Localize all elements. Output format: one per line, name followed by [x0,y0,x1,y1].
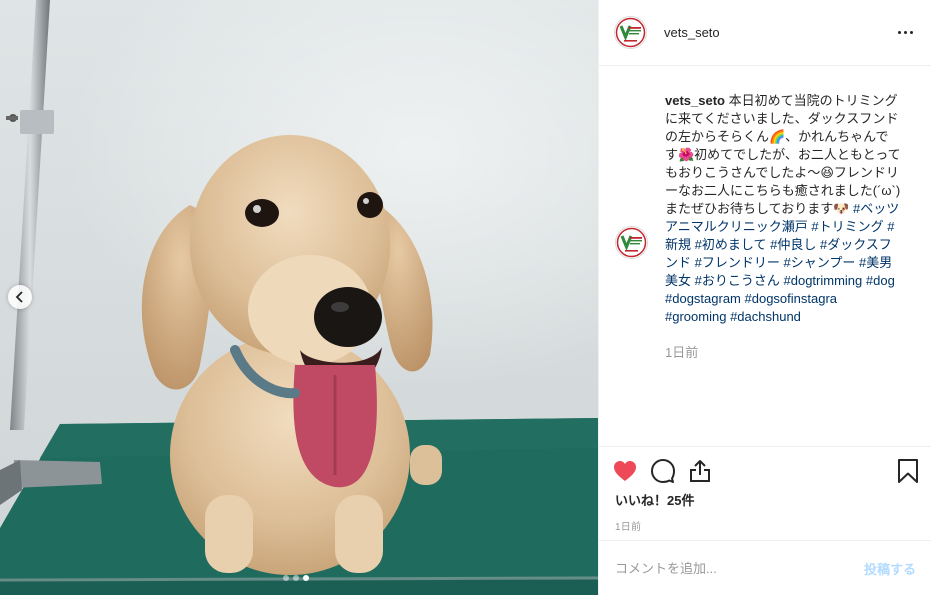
chevron-left-icon [15,291,23,303]
post-comment-button[interactable]: 投稿する [864,559,916,578]
hashtag[interactable]: #dog [866,273,895,288]
hashtag[interactable]: #トリミング [811,219,883,234]
share-icon [690,460,710,482]
post-date[interactable]: 1日前 [599,518,931,533]
hashtag[interactable]: #仲良し [770,237,816,252]
hashtag[interactable]: #dogtrimming [784,273,863,288]
caption-text-block: vets_seto 本日初めて当院のトリミングに来てくださいました、ダックスフン… [665,92,901,362]
post-side-panel: vets_seto vets_seto 本日初めて当院のトリミングに来てください… [598,0,931,595]
carousel-dot [293,575,299,581]
more-options-icon[interactable] [896,25,915,40]
dachshund-dog [141,135,442,575]
hashtag[interactable]: #dachshund [730,309,801,324]
carousel-prev-button[interactable] [8,285,32,309]
bookmark-icon [898,459,918,483]
hashtag[interactable]: #grooming [665,309,726,324]
save-button[interactable] [898,459,918,483]
action-icons-row [599,447,931,495]
caption-time-ago[interactable]: 1日前 [665,344,901,362]
carousel-dot-active [303,575,309,581]
clinic-logo [616,227,647,258]
carousel-indicator [283,575,309,581]
post-header: vets_seto [599,0,931,66]
hashtag[interactable]: #dogsofinstagra [745,291,838,306]
share-button[interactable] [689,459,711,483]
hashtag-list: #ベッツアニマルクリニック瀬戸 #トリミング #新規 #初めまして #仲良し #… [665,201,899,324]
hashtag[interactable]: #シャンプー [784,255,856,270]
comments-section: vets_seto 本日初めて当院のトリミングに来てくださいました、ダックスフン… [599,67,931,445]
avatar[interactable] [615,226,648,259]
like-button[interactable] [613,460,637,482]
caption-comment: vets_seto 本日初めて当院のトリミングに来てくださいました、ダックスフン… [615,92,916,362]
grooming-arm [0,0,102,505]
clinic-logo [615,17,646,48]
header-username[interactable]: vets_seto [664,25,720,40]
hashtag[interactable]: #dogstagram [665,291,741,306]
comment-button[interactable] [651,459,675,483]
comment-bubble-icon [651,459,675,483]
hashtag[interactable]: #初めまして [695,237,767,252]
carousel-dot [283,575,289,581]
caption-text: 本日初めて当院のトリミングに来てくださいました、ダックスフンドの左からそらくん🌈… [665,93,901,216]
instagram-post: vets_seto vets_seto 本日初めて当院のトリミングに来てください… [0,0,931,595]
hashtag[interactable]: #おりこうさん [695,273,780,288]
heart-filled-icon [614,461,636,481]
add-comment-bar: 投稿する [599,540,931,595]
hashtag[interactable]: #フレンドリー [695,255,780,270]
comment-input[interactable] [615,560,864,576]
caption-username[interactable]: vets_seto [665,93,725,108]
avatar[interactable] [614,16,647,49]
likes-count[interactable]: いいね！25件 [599,490,931,509]
post-photo[interactable] [0,0,598,595]
